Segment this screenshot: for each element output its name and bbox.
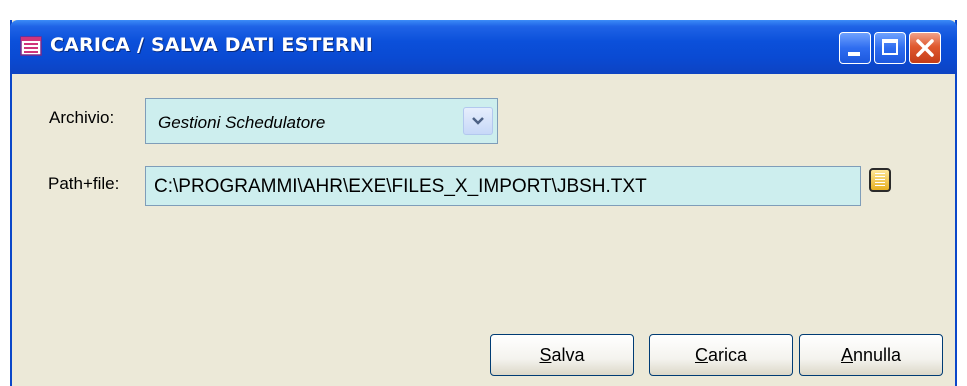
archivio-dropdown-button[interactable] [463, 107, 493, 135]
archivio-label: Archivio: [49, 108, 115, 127]
browse-file-button[interactable] [869, 168, 891, 192]
minimize-button[interactable] [839, 32, 871, 64]
path-file-value: C:\PROGRAMMI\AHR\EXE\FILES_X_IMPORT\JBSH… [154, 176, 647, 197]
annulla-label: nnulla [852, 344, 902, 365]
maximize-button[interactable] [874, 32, 906, 64]
title-bar[interactable]: CARICA / SALVA DATI ESTERNI [10, 20, 957, 74]
window-title: CARICA / SALVA DATI ESTERNI [50, 34, 374, 56]
archivio-combobox[interactable]: Gestioni Schedulatore [145, 98, 498, 144]
salva-mnemonic: S [539, 344, 552, 365]
archivio-selected-value: Gestioni Schedulatore [158, 113, 326, 132]
browse-file-icon [875, 173, 885, 187]
maximize-icon [882, 39, 898, 55]
annulla-button[interactable]: Annulla [799, 334, 943, 376]
path-file-input[interactable]: C:\PROGRAMMI\AHR\EXE\FILES_X_IMPORT\JBSH… [145, 166, 861, 206]
minimize-icon [848, 52, 860, 56]
close-icon [916, 39, 934, 57]
salva-button[interactable]: Salva [490, 334, 634, 376]
annulla-mnemonic: A [840, 344, 853, 365]
close-button[interactable] [909, 32, 941, 64]
path-label: Path+file: [48, 174, 120, 193]
carica-button[interactable]: Carica [649, 334, 793, 376]
carica-mnemonic: C [694, 344, 708, 365]
form-icon [20, 36, 42, 56]
chevron-down-icon [472, 117, 484, 125]
salva-label: alva [551, 344, 585, 365]
carica-label: arica [707, 344, 747, 365]
